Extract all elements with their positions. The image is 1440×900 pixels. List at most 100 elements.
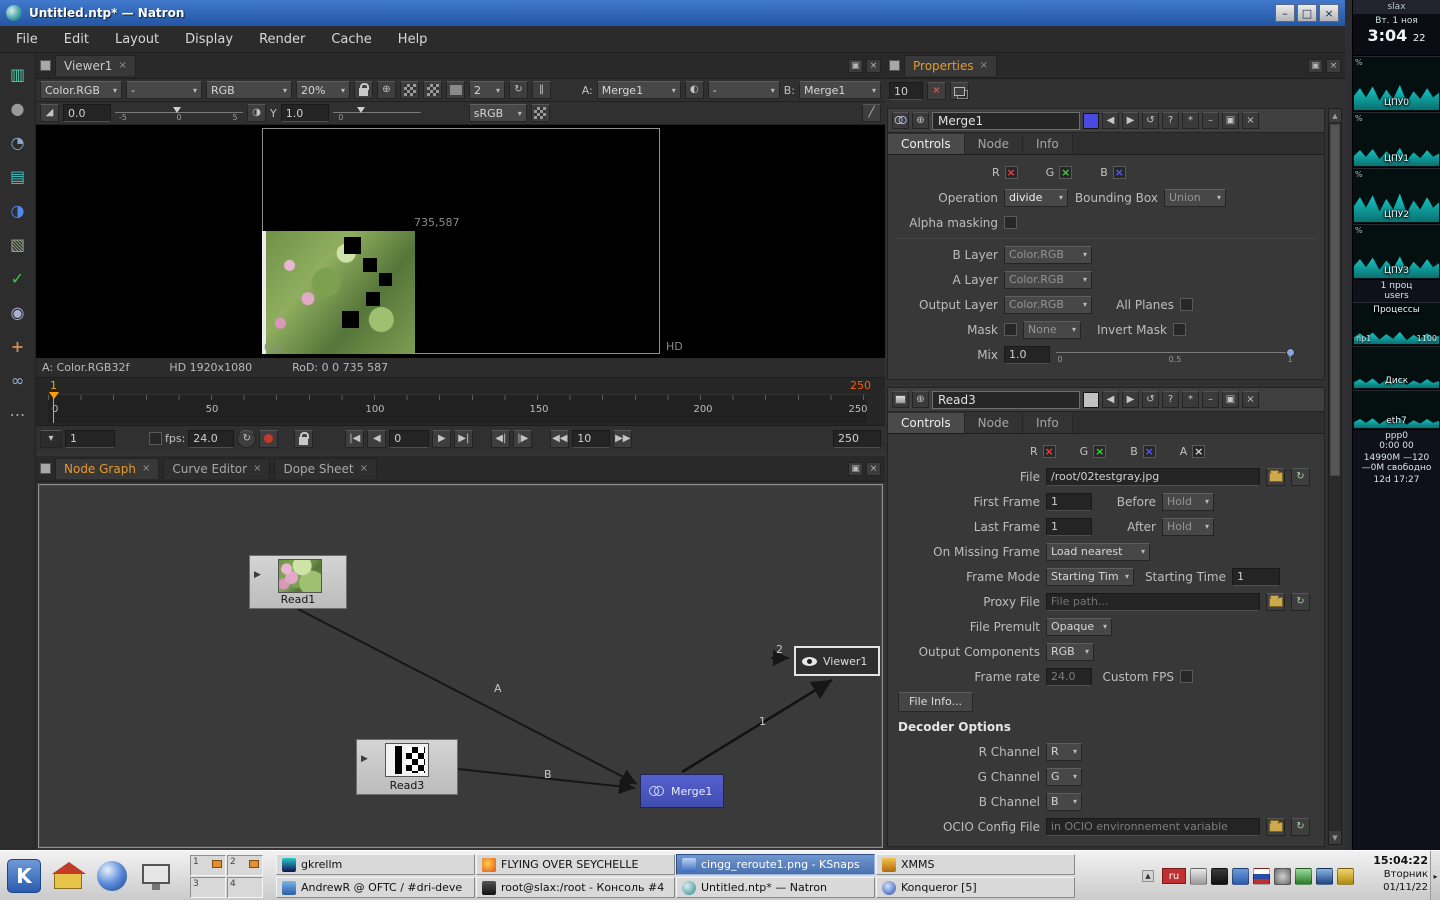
toolbox-keyer-icon[interactable]: ✓	[5, 265, 31, 291]
record-button[interactable]	[259, 430, 278, 448]
node-name-input[interactable]	[932, 391, 1080, 409]
tab-node[interactable]: Node	[965, 134, 1023, 154]
channel-g-checkbox[interactable]: ×	[1093, 445, 1106, 458]
tab-info[interactable]: Info	[1023, 134, 1073, 154]
tab-close-icon[interactable]: ×	[253, 464, 261, 474]
kmenu-button[interactable]: K	[2, 854, 46, 898]
toolbox-views-icon[interactable]: ∞	[5, 367, 31, 393]
node-read1[interactable]: ▶ Read1	[249, 555, 347, 609]
a-layer-combo[interactable]: Color.RGB▾	[1004, 271, 1092, 289]
gamma-slider[interactable]: 0	[333, 104, 421, 122]
taskbar-clock[interactable]: 15:04:22 Вторник 01/11/22	[1358, 854, 1428, 894]
node-viewer1[interactable]: Viewer1	[794, 646, 880, 676]
operation-combo[interactable]: divide▾	[1004, 189, 1068, 207]
scrollbar-thumb[interactable]	[1330, 124, 1340, 476]
node-name-input[interactable]	[932, 112, 1080, 130]
alpha-channel-combo[interactable]: -▾	[126, 81, 202, 99]
tab-node[interactable]: Node	[965, 413, 1023, 433]
alpha-masking-checkbox[interactable]	[1004, 216, 1017, 229]
frame-mode-combo[interactable]: Starting Tim▾	[1046, 568, 1134, 586]
frame-rate-input[interactable]	[1046, 668, 1092, 686]
zoom-plus-button[interactable]: ⊕	[377, 81, 396, 99]
timeline-ruler[interactable]: 0 50 100 150 200 250	[48, 394, 867, 423]
redo-button[interactable]: ▶	[1122, 391, 1139, 408]
pane-float-button[interactable]: ▣	[848, 462, 863, 476]
timeline-lock-button[interactable]	[294, 430, 313, 448]
help-button[interactable]: ?	[1162, 391, 1179, 408]
channel-r-checkbox[interactable]: ×	[1043, 445, 1056, 458]
toolbox-image-icon[interactable]: ▥	[5, 61, 31, 87]
tray-icon-mixer[interactable]	[1274, 868, 1291, 885]
pager-desktop-4[interactable]: 4	[227, 877, 263, 898]
menu-display[interactable]: Display	[185, 32, 233, 47]
undo-button[interactable]: ◀	[1102, 112, 1119, 129]
pane-menu-button[interactable]	[889, 60, 900, 71]
close-button[interactable]: ×	[1319, 4, 1339, 22]
panel-hide-button[interactable]: ▸	[1430, 851, 1440, 900]
pane-close-button[interactable]: ×	[1326, 59, 1341, 73]
tray-expand-arrow[interactable]: ▲	[1142, 870, 1154, 882]
proxy-reload-button[interactable]: ↻	[1291, 593, 1310, 611]
mix-input[interactable]	[1004, 346, 1050, 364]
proxy-mode-button[interactable]	[423, 81, 442, 99]
all-planes-checkbox[interactable]	[1180, 298, 1193, 311]
viewer-canvas[interactable]: 735,587 0,0 HD	[36, 125, 885, 358]
channel-b-checkbox[interactable]: ×	[1113, 166, 1126, 179]
frame-increment-input[interactable]	[572, 430, 610, 448]
nodegraph-canvas[interactable]: A B 1 2 ▶ Read1 ▶ Read3	[38, 484, 883, 848]
file-info-button[interactable]: File Info...	[898, 692, 973, 712]
max-panels-input[interactable]	[889, 82, 923, 100]
channel-b-checkbox[interactable]: ×	[1143, 445, 1156, 458]
zoom-combo[interactable]: 20%▾	[296, 81, 350, 99]
keyboard-layout-indicator[interactable]: ru	[1162, 868, 1186, 884]
tray-icon-konsole[interactable]	[1211, 868, 1228, 885]
minimize-button[interactable]: –	[1275, 4, 1295, 22]
tray-icon-network[interactable]	[1295, 868, 1312, 885]
ksnapshot-launcher[interactable]	[90, 854, 134, 898]
gain-slider[interactable]: -5 0 5	[115, 104, 243, 122]
current-frame-input[interactable]	[65, 430, 115, 448]
close-panel-button[interactable]: ×	[1242, 112, 1259, 129]
float-panel-button[interactable]: ▣	[1222, 112, 1239, 129]
tab-properties[interactable]: Properties ×	[904, 55, 997, 76]
undo-button[interactable]: ◀	[1102, 391, 1119, 408]
wipe-mode-combo[interactable]: -▾	[708, 81, 780, 99]
previous-keyframe-button[interactable]: ◀|	[491, 430, 510, 448]
out-point-input[interactable]	[833, 430, 881, 448]
timeline[interactable]: 1 250 0 50 100 150 200 250	[36, 378, 885, 425]
properties-scrollbar[interactable]: ▲ ▼	[1328, 108, 1342, 845]
center-node-button[interactable]: ⊕	[912, 391, 929, 408]
pager-desktop-1[interactable]: 1	[190, 855, 226, 876]
channel-g-checkbox[interactable]: ×	[1059, 166, 1072, 179]
tray-icon-klipper[interactable]	[1190, 868, 1207, 885]
toolbox-transform-icon[interactable]: +	[5, 333, 31, 359]
output-layer-combo[interactable]: Color.RGB▾	[1004, 296, 1092, 314]
go-to-end-button[interactable]: ▶|	[454, 430, 473, 448]
menu-cache[interactable]: Cache	[331, 32, 371, 47]
close-panel-button[interactable]: ×	[1242, 391, 1259, 408]
tab-viewer1[interactable]: Viewer1 ×	[55, 55, 136, 76]
mask-checkbox[interactable]	[1004, 323, 1017, 336]
menu-help[interactable]: Help	[398, 32, 428, 47]
toolbox-time-icon[interactable]: ◔	[5, 129, 31, 155]
titlebar[interactable]: Untitled.ntp* — Natron – □ ×	[0, 0, 1345, 26]
ocio-reload-button[interactable]: ↻	[1291, 818, 1310, 836]
mask-channel-combo[interactable]: None▾	[1023, 321, 1081, 339]
g-channel-combo[interactable]: G▾	[1046, 768, 1082, 786]
node-color-swatch[interactable]	[1083, 392, 1099, 408]
tab-dope-sheet[interactable]: Dope Sheet ×	[274, 458, 376, 479]
tab-close-icon[interactable]: ×	[118, 61, 126, 71]
close-all-panels-button[interactable]: ×	[927, 82, 946, 100]
invert-mask-checkbox[interactable]	[1173, 323, 1186, 336]
redo-button[interactable]: ▶	[1122, 112, 1139, 129]
terminal-launcher[interactable]	[134, 854, 178, 898]
file-path-input[interactable]	[1046, 468, 1260, 486]
downscale-combo[interactable]: 2▾	[469, 81, 505, 99]
pager-desktop-2[interactable]: 2	[227, 855, 263, 876]
file-reload-button[interactable]: ↻	[1291, 468, 1310, 486]
before-combo[interactable]: Hold▾	[1162, 493, 1214, 511]
ocio-browse-button[interactable]	[1266, 818, 1285, 836]
node-read3[interactable]: ▶ Read3	[356, 739, 458, 795]
custom-fps-checkbox[interactable]	[1180, 670, 1193, 683]
scroll-down-button[interactable]: ▼	[1329, 831, 1341, 844]
